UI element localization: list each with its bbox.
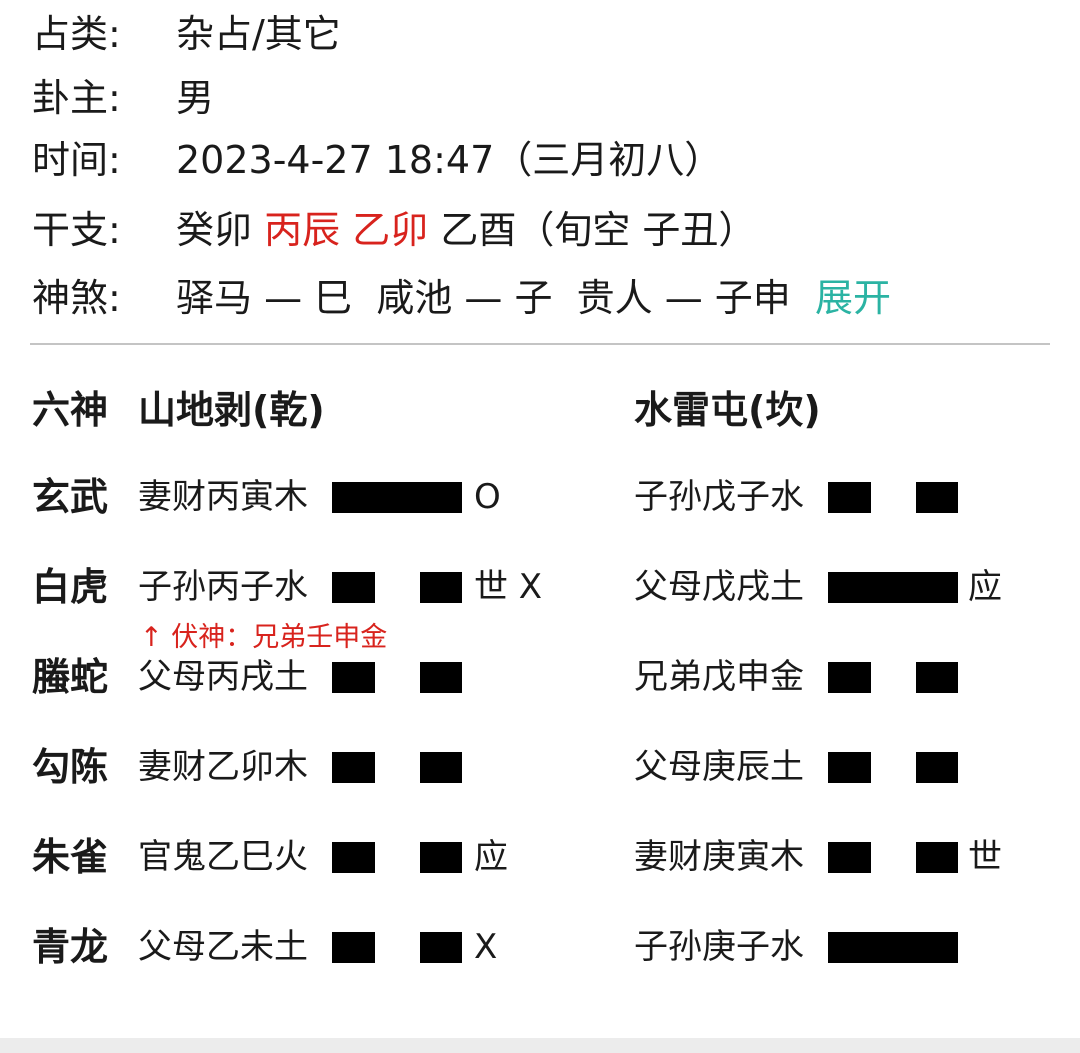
main-yao-text: 妻财乙卯木 bbox=[138, 747, 308, 787]
changed-yin-right-2 bbox=[916, 662, 958, 693]
main-yin-right-2 bbox=[420, 662, 462, 693]
changed-yao-text: 子孙戊子水 bbox=[634, 477, 804, 517]
main-yin-left-2 bbox=[332, 662, 375, 693]
main-yin-right-5 bbox=[420, 932, 462, 963]
time-label: 时间: bbox=[32, 138, 121, 182]
ganzhi-value: 癸卯 丙辰 乙卯 乙酉（旬空 子丑） bbox=[176, 200, 756, 260]
category-value: 杂占/其它 bbox=[176, 12, 341, 56]
main-yao-mark: X bbox=[474, 927, 498, 967]
main-hexagram-title: 山地剥(乾) bbox=[138, 388, 325, 432]
main-yao-mark: 世 X bbox=[474, 567, 543, 607]
main-yao-mark: O bbox=[474, 477, 501, 517]
subject-value: 男 bbox=[176, 76, 215, 120]
ganzhi-day: 乙卯 bbox=[352, 208, 429, 252]
changed-yao-text: 妻财庚寅木 bbox=[634, 837, 804, 877]
six-gods-header: 六神 bbox=[32, 388, 109, 432]
changed-yao-text: 兄弟戊申金 bbox=[634, 657, 804, 697]
changed-yao-text: 父母庚辰土 bbox=[634, 747, 804, 787]
changed-yang-line-1 bbox=[828, 572, 958, 603]
changed-yao-text: 子孙庚子水 bbox=[634, 927, 804, 967]
main-yin-right-4 bbox=[420, 842, 462, 873]
time-value: 2023-4-27 18:47（三月初八） bbox=[176, 138, 723, 182]
ganzhi-void: （旬空 子丑） bbox=[516, 208, 757, 252]
changed-yin-right-0 bbox=[916, 482, 958, 513]
six-god-label: 螣蛇 bbox=[32, 655, 109, 699]
main-yin-left-1 bbox=[332, 572, 375, 603]
changed-yin-right-3 bbox=[916, 752, 958, 783]
changed-yao-mark: 世 bbox=[968, 837, 1002, 877]
changed-yang-line-5 bbox=[828, 932, 958, 963]
ganzhi-year: 癸卯 bbox=[176, 208, 253, 252]
main-yin-left-5 bbox=[332, 932, 375, 963]
main-yin-left-3 bbox=[332, 752, 375, 783]
main-yao-mark: 应 bbox=[474, 837, 508, 877]
six-god-label: 玄武 bbox=[32, 475, 109, 519]
main-yao-text: 官鬼乙巳火 bbox=[138, 837, 308, 877]
fushen-note: ↑ 伏神：兄弟壬申金 bbox=[140, 622, 388, 653]
main-yao-text: 父母乙未土 bbox=[138, 927, 308, 967]
shensha-text: 驿马 — 巳 咸池 — 子 贵人 — 子申 bbox=[176, 276, 791, 320]
six-god-label: 朱雀 bbox=[32, 835, 109, 879]
footer-bar bbox=[0, 1038, 1080, 1053]
changed-yao-mark: 应 bbox=[968, 567, 1002, 607]
main-yin-right-1 bbox=[420, 572, 462, 603]
ganzhi-hour: 乙酉 bbox=[440, 208, 517, 252]
changed-yin-left-4 bbox=[828, 842, 871, 873]
category-label: 占类: bbox=[32, 12, 121, 56]
expand-link[interactable]: 展开 bbox=[815, 276, 891, 320]
main-yin-right-3 bbox=[420, 752, 462, 783]
shensha-value: 驿马 — 巳 咸池 — 子 贵人 — 子申 展开 bbox=[176, 268, 891, 328]
changed-hexagram-title: 水雷屯(坎) bbox=[634, 388, 821, 432]
changed-yin-right-4 bbox=[916, 842, 958, 873]
six-god-label: 白虎 bbox=[32, 565, 109, 609]
changed-yin-left-3 bbox=[828, 752, 871, 783]
main-yao-text: 子孙丙子水 bbox=[138, 567, 308, 607]
changed-yin-left-0 bbox=[828, 482, 871, 513]
main-yao-text: 父母丙戌土 bbox=[138, 657, 308, 697]
changed-yin-left-2 bbox=[828, 662, 871, 693]
main-yao-text: 妻财丙寅木 bbox=[138, 477, 308, 517]
main-yin-left-4 bbox=[332, 842, 375, 873]
divider bbox=[30, 343, 1050, 345]
six-god-label: 青龙 bbox=[32, 925, 109, 969]
changed-yao-text: 父母戊戌土 bbox=[634, 567, 804, 607]
shensha-label: 神煞: bbox=[32, 276, 121, 320]
ganzhi-month: 丙辰 bbox=[264, 208, 341, 252]
ganzhi-label: 干支: bbox=[32, 208, 121, 252]
main-yang-line-0 bbox=[332, 482, 462, 513]
six-god-label: 勾陈 bbox=[32, 745, 109, 789]
subject-label: 卦主: bbox=[32, 76, 121, 120]
